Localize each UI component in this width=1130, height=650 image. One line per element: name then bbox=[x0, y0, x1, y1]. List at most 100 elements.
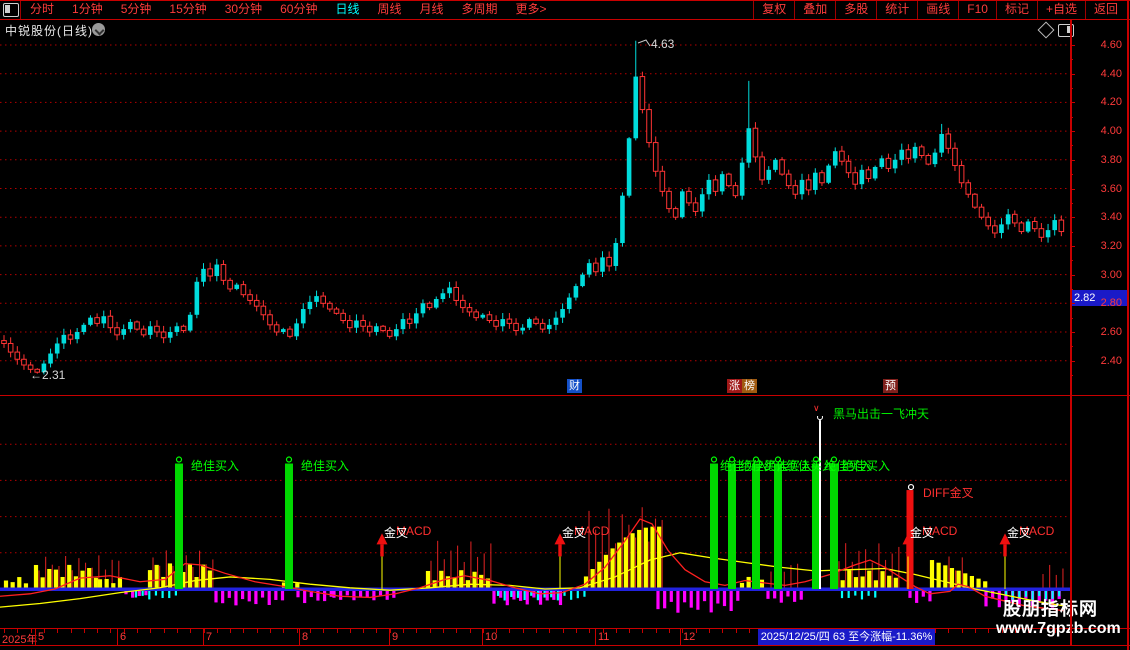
axis-minor-tick bbox=[363, 629, 365, 633]
axis-minor-tick bbox=[283, 629, 285, 633]
axis-minor-tick bbox=[522, 629, 524, 633]
axis-minor-tick bbox=[509, 629, 511, 633]
axis-minor-tick bbox=[695, 629, 697, 633]
axis-minor-tick bbox=[123, 629, 125, 633]
action-F10[interactable]: F10 bbox=[958, 0, 996, 19]
period-tab-60分钟[interactable]: 60分钟 bbox=[271, 0, 326, 19]
price-scale-label: 4.40 bbox=[1100, 67, 1122, 80]
axis-minor-tick bbox=[642, 629, 644, 633]
app-window: 分时 1分钟 5分钟 15分钟 30分钟 60分钟 日线 周线 月线 多周期 更多> 复权 叠加 多股统… bbox=[0, 0, 1130, 650]
axis-minor-tick bbox=[748, 629, 750, 633]
axis-minor-tick bbox=[176, 629, 178, 633]
action-复权[interactable]: 复权 bbox=[753, 0, 794, 19]
axis-minor-tick bbox=[629, 629, 631, 633]
axis-minor-tick bbox=[496, 629, 498, 633]
axis-minor-tick bbox=[416, 629, 418, 633]
period-tab-月线[interactable]: 月线 bbox=[411, 0, 453, 19]
period-tab-30分钟[interactable]: 30分钟 bbox=[216, 0, 271, 19]
month-label-7: 7 bbox=[206, 631, 213, 643]
period-tab-分时[interactable]: 分时 bbox=[21, 0, 63, 19]
period-tab-5分钟[interactable]: 5分钟 bbox=[112, 0, 161, 19]
axis-minor-tick bbox=[974, 629, 976, 633]
month-label-9: 9 bbox=[392, 631, 399, 643]
axis-minor-tick bbox=[589, 629, 591, 633]
axis-minor-tick bbox=[389, 629, 391, 633]
axis-minor-tick bbox=[536, 629, 537, 633]
axis-minor-tick bbox=[456, 629, 458, 633]
axis-minor-tick bbox=[70, 629, 72, 633]
axis-minor-tick bbox=[43, 629, 45, 633]
axis-minor-tick bbox=[17, 629, 19, 633]
indicator-panel bbox=[0, 414, 1070, 628]
price-scale-label: 2.40 bbox=[1100, 354, 1122, 367]
axis-minor-tick bbox=[270, 629, 271, 633]
axis-minor-tick bbox=[230, 629, 232, 633]
axis-minor-tick bbox=[163, 629, 165, 633]
stock-title[interactable]: 中锐股份(日线) bbox=[5, 22, 93, 39]
axis-top-line bbox=[0, 628, 1130, 629]
chevron-down-icon[interactable] bbox=[92, 23, 105, 36]
axis-minor-tick bbox=[97, 629, 99, 633]
axis-minor-tick bbox=[323, 629, 325, 633]
action-多股[interactable]: 多股 bbox=[835, 0, 876, 19]
axis-minor-tick bbox=[602, 629, 604, 633]
indicator-graphics bbox=[0, 414, 1070, 613]
axis-bottom-line bbox=[0, 645, 1130, 646]
frame-right bbox=[1127, 0, 1129, 650]
action-画线[interactable]: 画线 bbox=[917, 0, 958, 19]
axis-minor-tick bbox=[296, 629, 298, 633]
top-toolbar: 分时 1分钟 5分钟 15分钟 30分钟 60分钟 日线 周线 月线 多周期 更多> 复权 叠加 多股统… bbox=[0, 0, 1130, 19]
action-标记[interactable]: 标记 bbox=[995, 0, 1037, 19]
month-separator bbox=[35, 629, 36, 645]
month-separator bbox=[299, 629, 300, 645]
axis-minor-tick bbox=[403, 629, 404, 633]
low-price-label: ←2.31 bbox=[30, 368, 66, 382]
action-统计[interactable]: 统计 bbox=[876, 0, 917, 19]
period-tab-更多>[interactable]: 更多> bbox=[507, 0, 556, 19]
frame-top bbox=[0, 0, 1130, 1]
axis-minor-tick bbox=[469, 629, 471, 633]
axis-minor-tick bbox=[137, 629, 138, 633]
axis-minor-tick bbox=[376, 629, 378, 633]
price-scale-label: 2.60 bbox=[1100, 326, 1122, 338]
month-separator bbox=[595, 629, 596, 645]
axis-minor-tick bbox=[575, 629, 577, 633]
axis-minor-tick bbox=[669, 629, 670, 633]
period-tab-多周期[interactable]: 多周期 bbox=[453, 0, 507, 19]
price-scale-label: 4.00 bbox=[1100, 125, 1122, 138]
axis-minor-tick bbox=[722, 629, 724, 633]
price-scale-label: 2.80 bbox=[1100, 297, 1122, 310]
period-tab-1分钟[interactable]: 1分钟 bbox=[63, 0, 112, 19]
month-separator bbox=[117, 629, 118, 645]
action-+自选[interactable]: +自选 bbox=[1036, 0, 1085, 19]
news-tag-财[interactable]: 财 bbox=[567, 379, 582, 393]
news-tag-涨[interactable]: 涨 bbox=[727, 379, 742, 393]
price-scale-label: 3.80 bbox=[1100, 153, 1122, 166]
axis-minor-tick bbox=[549, 629, 551, 633]
news-tag-预[interactable]: 预 bbox=[883, 379, 898, 393]
period-tab-15分钟[interactable]: 15分钟 bbox=[160, 0, 215, 19]
period-tab-日线[interactable]: 日线 bbox=[326, 0, 368, 19]
split-screen-icon[interactable] bbox=[3, 3, 19, 17]
axis-minor-tick bbox=[961, 629, 963, 633]
candlesticks bbox=[0, 39, 1070, 375]
axis-minor-tick bbox=[429, 629, 431, 633]
watermark-url: www.7gpzb.com bbox=[996, 620, 1121, 637]
period-tab-周线[interactable]: 周线 bbox=[368, 0, 410, 19]
axis-minor-tick bbox=[948, 629, 950, 633]
month-label-8: 8 bbox=[302, 631, 309, 643]
toolbar-actions: 复权 叠加 多股 统计 画线 F10 标记 +自选 返回 bbox=[753, 0, 1126, 19]
action-叠加[interactable]: 叠加 bbox=[794, 0, 835, 19]
news-tag-榜[interactable]: 榜 bbox=[742, 379, 757, 393]
action-返回[interactable]: 返回 bbox=[1084, 0, 1126, 19]
scale-border bbox=[1070, 19, 1072, 645]
period-tabs: 分时 1分钟 5分钟 15分钟 30分钟 60分钟 日线 周线 月线 多周期 更多> bbox=[20, 0, 556, 19]
axis-minor-tick bbox=[30, 629, 32, 633]
axis-minor-tick bbox=[203, 629, 205, 633]
axis-minor-tick bbox=[4, 629, 5, 633]
axis-minor-tick bbox=[216, 629, 218, 633]
axis-minor-tick bbox=[309, 629, 311, 633]
price-scale-label: 3.40 bbox=[1100, 211, 1122, 224]
axis-minor-tick bbox=[988, 629, 990, 633]
axis-minor-tick bbox=[190, 629, 192, 633]
